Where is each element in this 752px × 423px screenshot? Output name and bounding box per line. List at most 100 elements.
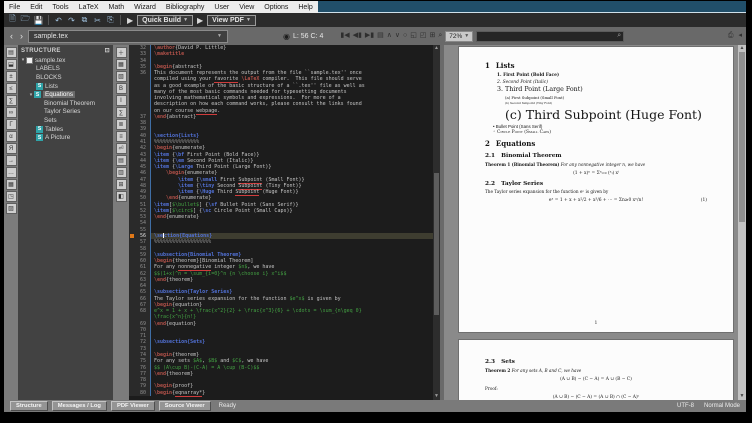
left-icon-strip-icon-3[interactable]: ± [6, 71, 17, 82]
view-pdf-button[interactable]: View PDF ▼ [207, 15, 256, 26]
left-icon-strip-icon-6[interactable]: ∞ [6, 107, 17, 118]
quick-build-play-icon[interactable]: ▶ [125, 16, 135, 25]
magnifier-icon[interactable]: ⌕ [438, 31, 442, 41]
left-icon-strip-icon-5[interactable]: ∑ [6, 95, 17, 106]
section-icon: S [34, 91, 41, 98]
continuous-view-icon[interactable]: ▤ [377, 31, 384, 41]
line-number: 80 [129, 390, 150, 396]
inner-icon-strip-icon-1[interactable]: ＋ [116, 47, 127, 58]
scroll-up-icon[interactable]: ∧ [387, 31, 392, 41]
scroll-down-icon[interactable]: ▼ [738, 393, 746, 400]
external-viewer-icon[interactable]: ◂ [738, 31, 742, 41]
menu-edit[interactable]: Edit [25, 4, 47, 11]
inner-icon-strip-icon-3[interactable]: ▧ [116, 71, 127, 82]
inner-icon-strip-icon-9[interactable]: ⏎ [116, 143, 127, 154]
menu-view[interactable]: View [234, 4, 259, 11]
fit-page-icon[interactable]: ◰ [420, 31, 427, 41]
left-icon-strip-icon-14[interactable]: ▨ [6, 203, 17, 214]
structure-item-tables[interactable]: STables [18, 125, 113, 134]
next-tab-icon[interactable]: › [18, 31, 25, 41]
structure-item-equations[interactable]: ▾SEquations [18, 90, 113, 99]
scroll-down-icon[interactable]: ∨ [395, 31, 400, 41]
pdf-proof-label: Proof: [485, 386, 707, 391]
menu-options[interactable]: Options [259, 4, 293, 11]
prev-page-icon[interactable]: ◀▮ [353, 31, 362, 41]
fit-width-icon[interactable]: ◱ [410, 31, 417, 41]
structure-tree: ▾sample.texLABELSBLOCKSSLists▾SEquations… [18, 56, 113, 142]
panel-toggle-structure[interactable]: Structure [10, 401, 48, 411]
left-icon-strip-icon-8[interactable]: α [6, 131, 17, 142]
menu-tools[interactable]: Tools [47, 4, 73, 11]
scroll-down-icon[interactable]: ▼ [433, 393, 440, 400]
inner-icon-strip-icon-6[interactable]: ∑ [116, 107, 127, 118]
inner-icon-strip-icon-2[interactable]: ▦ [116, 59, 127, 70]
inner-icon-strip-icon-5[interactable]: I [116, 95, 127, 106]
menu-help[interactable]: Help [293, 4, 317, 11]
open-file-icon[interactable]: 🗁 [20, 15, 31, 26]
left-icon-strip-icon-4[interactable]: ≤ [6, 83, 17, 94]
panel-toggle-pdf-viewer[interactable]: PDF Viewer [111, 401, 155, 411]
save-icon[interactable]: 💾 [33, 15, 44, 26]
document-tab[interactable]: sample.tex ▼ [28, 30, 228, 43]
inner-icon-strip-icon-4[interactable]: B [116, 83, 127, 94]
inner-icon-strip-icon-13[interactable]: ◧ [116, 191, 127, 202]
undo-icon[interactable]: ↶ [53, 15, 64, 26]
zoom-in-icon[interactable]: ⊞ [429, 31, 435, 41]
scroll-up-icon[interactable]: ▲ [433, 45, 440, 52]
scroll-up-icon[interactable]: ▲ [738, 45, 746, 52]
panel-toggle-messages-log[interactable]: Messages / Log [52, 401, 107, 411]
left-icon-strip-icon-13[interactable]: ◳ [6, 191, 17, 202]
prev-tab-icon[interactable]: ‹ [8, 31, 15, 41]
structure-item-taylor-series[interactable]: Taylor Series [18, 108, 113, 117]
structure-item-sample-tex[interactable]: ▾sample.tex [18, 56, 113, 65]
inner-icon-strip-icon-12[interactable]: ⊞ [116, 179, 127, 190]
scrollbar-thumb[interactable] [434, 173, 439, 315]
left-icon-strip-icon-1[interactable]: ▤ [6, 47, 17, 58]
panel-toggle-source-viewer[interactable]: Source Viewer [159, 401, 211, 411]
inner-icon-strip-icon-10[interactable]: ▤ [116, 155, 127, 166]
pdf-search-input[interactable]: ⌕ [476, 31, 624, 42]
structure-item-blocks[interactable]: BLOCKS [18, 73, 113, 82]
menu-math[interactable]: Math [104, 4, 130, 11]
inner-icon-strip-icon-11[interactable]: ▥ [116, 167, 127, 178]
original-size-icon[interactable]: ○ [403, 31, 407, 41]
structure-item-a-picture[interactable]: SA Picture [18, 133, 113, 142]
editor[interactable]: 32\author{David P. Little}33\maketitle34… [129, 45, 440, 400]
structure-item-sets[interactable]: Sets [18, 116, 113, 125]
menu-file[interactable]: File [4, 4, 25, 11]
left-icon-strip-icon-2[interactable]: ⬓ [6, 59, 17, 70]
print-icon[interactable]: ⎙ [728, 31, 734, 41]
next-page-icon[interactable]: ▶▮ [365, 31, 374, 41]
structure-item-lists[interactable]: SLists [18, 82, 113, 91]
left-icon-strip-icon-11[interactable]: … [6, 167, 17, 178]
editor-scrollbar[interactable]: ▲ ▼ [433, 45, 440, 400]
inner-icon-strip-icon-7[interactable]: ≣ [116, 119, 127, 130]
left-icon-strip-icon-7[interactable]: Γ [6, 119, 17, 130]
view-pdf-play-icon[interactable]: ▶ [195, 16, 205, 25]
menu-bibliography[interactable]: Bibliography [161, 4, 210, 11]
structure-item-labels[interactable]: LABELS [18, 65, 113, 74]
zoom-select[interactable]: 72% ▼ [445, 31, 473, 42]
detach-panel-icon[interactable]: ⊡ [105, 47, 110, 54]
menu-user[interactable]: User [209, 4, 234, 11]
document-tab-label: sample.tex [34, 33, 68, 40]
left-icon-strip-icon-12[interactable]: ▦ [6, 179, 17, 190]
menu-wizard[interactable]: Wizard [129, 4, 161, 11]
first-page-icon[interactable]: ▮◀ [340, 31, 349, 41]
copy-icon[interactable]: ⧉ [79, 15, 90, 26]
cut-icon[interactable]: ✂ [92, 15, 103, 26]
left-icon-strip-icon-10[interactable]: → [6, 155, 17, 166]
new-file-icon[interactable]: 🗎 [7, 15, 18, 26]
quick-build-button[interactable]: Quick Build ▼ [137, 15, 193, 26]
inner-icon-strip-icon-8[interactable]: ≡ [116, 131, 127, 142]
paste-icon[interactable]: ⎘ [105, 15, 116, 26]
menubar-items: FileEditToolsLaTeXMathWizardBibliography… [4, 4, 318, 11]
pdf-scrollbar[interactable]: ▲ ▼ [738, 45, 746, 400]
pdf-list-item: ◦ Circle Point (Small Caps) [493, 130, 707, 135]
left-icon-strip-icon-9[interactable]: Я [6, 143, 17, 154]
redo-icon[interactable]: ↷ [66, 15, 77, 26]
editor-code[interactable]: 32\author{David P. Little}33\maketitle34… [129, 45, 433, 400]
scrollbar-thumb[interactable] [739, 52, 745, 222]
structure-item-binomial-theorem[interactable]: Binomial Theorem [18, 99, 113, 108]
menu-latex[interactable]: LaTeX [74, 4, 104, 11]
